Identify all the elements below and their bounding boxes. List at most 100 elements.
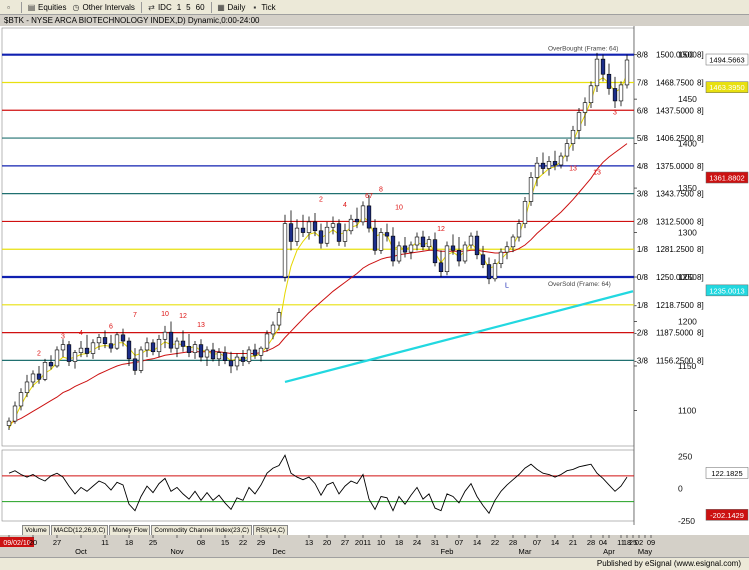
overbought-label: OverBought (Frame: 64): [548, 46, 618, 53]
x-tick-label: 22: [491, 538, 499, 547]
murrey-level-label: 4/8: [637, 162, 649, 171]
candle-body: [306, 221, 312, 233]
murrey-level-label: 2/8: [637, 217, 649, 226]
count-label: 4: [79, 330, 83, 337]
candle-body: [114, 334, 120, 349]
study-tab[interactable]: Commodity Channel Index(23,C): [151, 525, 253, 535]
toolbar-separator: [21, 1, 22, 13]
count-label: 67: [365, 193, 373, 200]
new-window-icon: ▫: [7, 2, 10, 12]
candle-body: [240, 356, 246, 362]
candle-body: [546, 161, 552, 169]
murrey-level-value: 1156.2500: [656, 356, 694, 365]
murrey-level-label: 1/8: [637, 245, 649, 254]
candle-body: [276, 312, 282, 326]
murrey-level-value: 1500.0000: [656, 51, 694, 60]
new-window-button[interactable]: ▫: [2, 1, 17, 14]
study-tab[interactable]: Volume: [22, 525, 50, 535]
candle-body: [456, 250, 462, 262]
murrey-level-value: 1187.5000: [656, 329, 694, 338]
candle-body: [312, 221, 318, 232]
x-tick-label: 2011: [355, 538, 371, 547]
count-label: 12: [179, 313, 187, 320]
candle-body: [450, 245, 456, 251]
count-label: 13: [197, 322, 205, 329]
candle-body: [222, 352, 228, 361]
price-chart[interactable]: 1100115012001250130013501400145015008/8 1…: [0, 26, 749, 525]
price-flag: 1494.5663: [705, 53, 749, 66]
count-label: L: [505, 283, 509, 290]
chart-title: $BTK - NYSE ARCA BIOTECHNOLOGY INDEX,D) …: [0, 15, 749, 26]
study-tab[interactable]: MACD(12,26,9,C): [50, 525, 109, 535]
cci-flag: -202.1429: [705, 509, 749, 521]
cci-tick-label: 250: [678, 451, 692, 461]
price-flag-text: 1463.3950: [709, 83, 744, 92]
candle: [624, 54, 630, 89]
candle-body: [612, 88, 618, 102]
candle-body: [372, 227, 378, 251]
tick-button[interactable]: ▪ Tick: [248, 1, 277, 14]
interval-60-button[interactable]: 60: [194, 1, 207, 14]
candle-body: [42, 362, 48, 380]
candle-body: [354, 218, 360, 223]
x-tick-label: 09: [647, 538, 655, 547]
candle-body: [540, 162, 546, 169]
cci-flag-text: -202.1429: [710, 511, 744, 520]
publisher-text: Published by eSignal (www.esignal.com): [596, 559, 741, 568]
clock-icon: ◷: [72, 2, 80, 12]
x-tick-label: 20: [323, 538, 331, 547]
x-tick-label: 21: [569, 538, 577, 547]
candle-body: [480, 254, 486, 265]
murrey-level-suffix: 8]: [697, 356, 704, 365]
x-tick-label: 27: [341, 538, 349, 547]
other-intervals-button[interactable]: ◷ Other Intervals: [69, 1, 136, 14]
candle-body: [504, 246, 510, 253]
x-tick-label: Oct: [75, 547, 88, 556]
x-tick-label: 28: [509, 538, 517, 547]
count-label: 8: [379, 187, 383, 194]
idc-button[interactable]: ⇄ IDC: [145, 1, 174, 14]
candle-body: [510, 236, 516, 248]
candle-body: [462, 244, 468, 262]
candle-body: [30, 373, 36, 383]
candle-body: [60, 344, 66, 351]
candle-body: [594, 58, 600, 87]
equities-button[interactable]: ▤ Equities: [25, 1, 68, 14]
x-tick-label: 14: [473, 538, 481, 547]
candle-body: [150, 342, 156, 353]
candle: [42, 358, 48, 382]
candle-body: [342, 230, 348, 242]
murrey-level-value: 1250.0000: [656, 273, 694, 282]
x-tick-label: 13: [305, 538, 313, 547]
candle-body: [366, 205, 372, 229]
x-tick-label: May: [638, 547, 652, 556]
x-tick-label: 22: [239, 538, 247, 547]
interval-1-button[interactable]: 1: [175, 1, 183, 14]
murrey-level-label: -3/8: [634, 356, 648, 365]
murrey-level-value: 1312.5000: [656, 217, 694, 226]
interval-5-button[interactable]: 5: [184, 1, 192, 14]
candle-body: [144, 342, 150, 351]
candle-body: [606, 73, 612, 89]
candle-body: [24, 381, 30, 393]
candle-body: [624, 59, 630, 86]
study-tabs: Volume MACD(12,26,9,C) Money Flow Commodity…: [0, 525, 749, 535]
study-tab[interactable]: Money Flow: [109, 525, 151, 535]
study-tab[interactable]: RSI(14,C): [253, 525, 288, 535]
count-label: 6: [109, 324, 113, 331]
murrey-level-value: 1406.2500: [656, 134, 694, 143]
candle-body: [198, 344, 204, 358]
candle-body: [18, 392, 24, 407]
murrey-level-value: 1343.7500: [656, 190, 694, 199]
candle-body: [6, 420, 12, 426]
murrey-level-suffix: 8]: [697, 273, 704, 282]
daily-button[interactable]: ▦ Daily: [215, 1, 248, 14]
price-tick-label: 1200: [678, 316, 697, 326]
murrey-level-label: 5/8: [637, 134, 649, 143]
candle-body: [234, 356, 240, 367]
candle-body: [438, 262, 444, 272]
candle-body: [426, 239, 432, 248]
x-tick-label: 15: [221, 538, 229, 547]
murrey-level-label: -1/8: [634, 301, 648, 310]
candle-body: [468, 235, 474, 246]
